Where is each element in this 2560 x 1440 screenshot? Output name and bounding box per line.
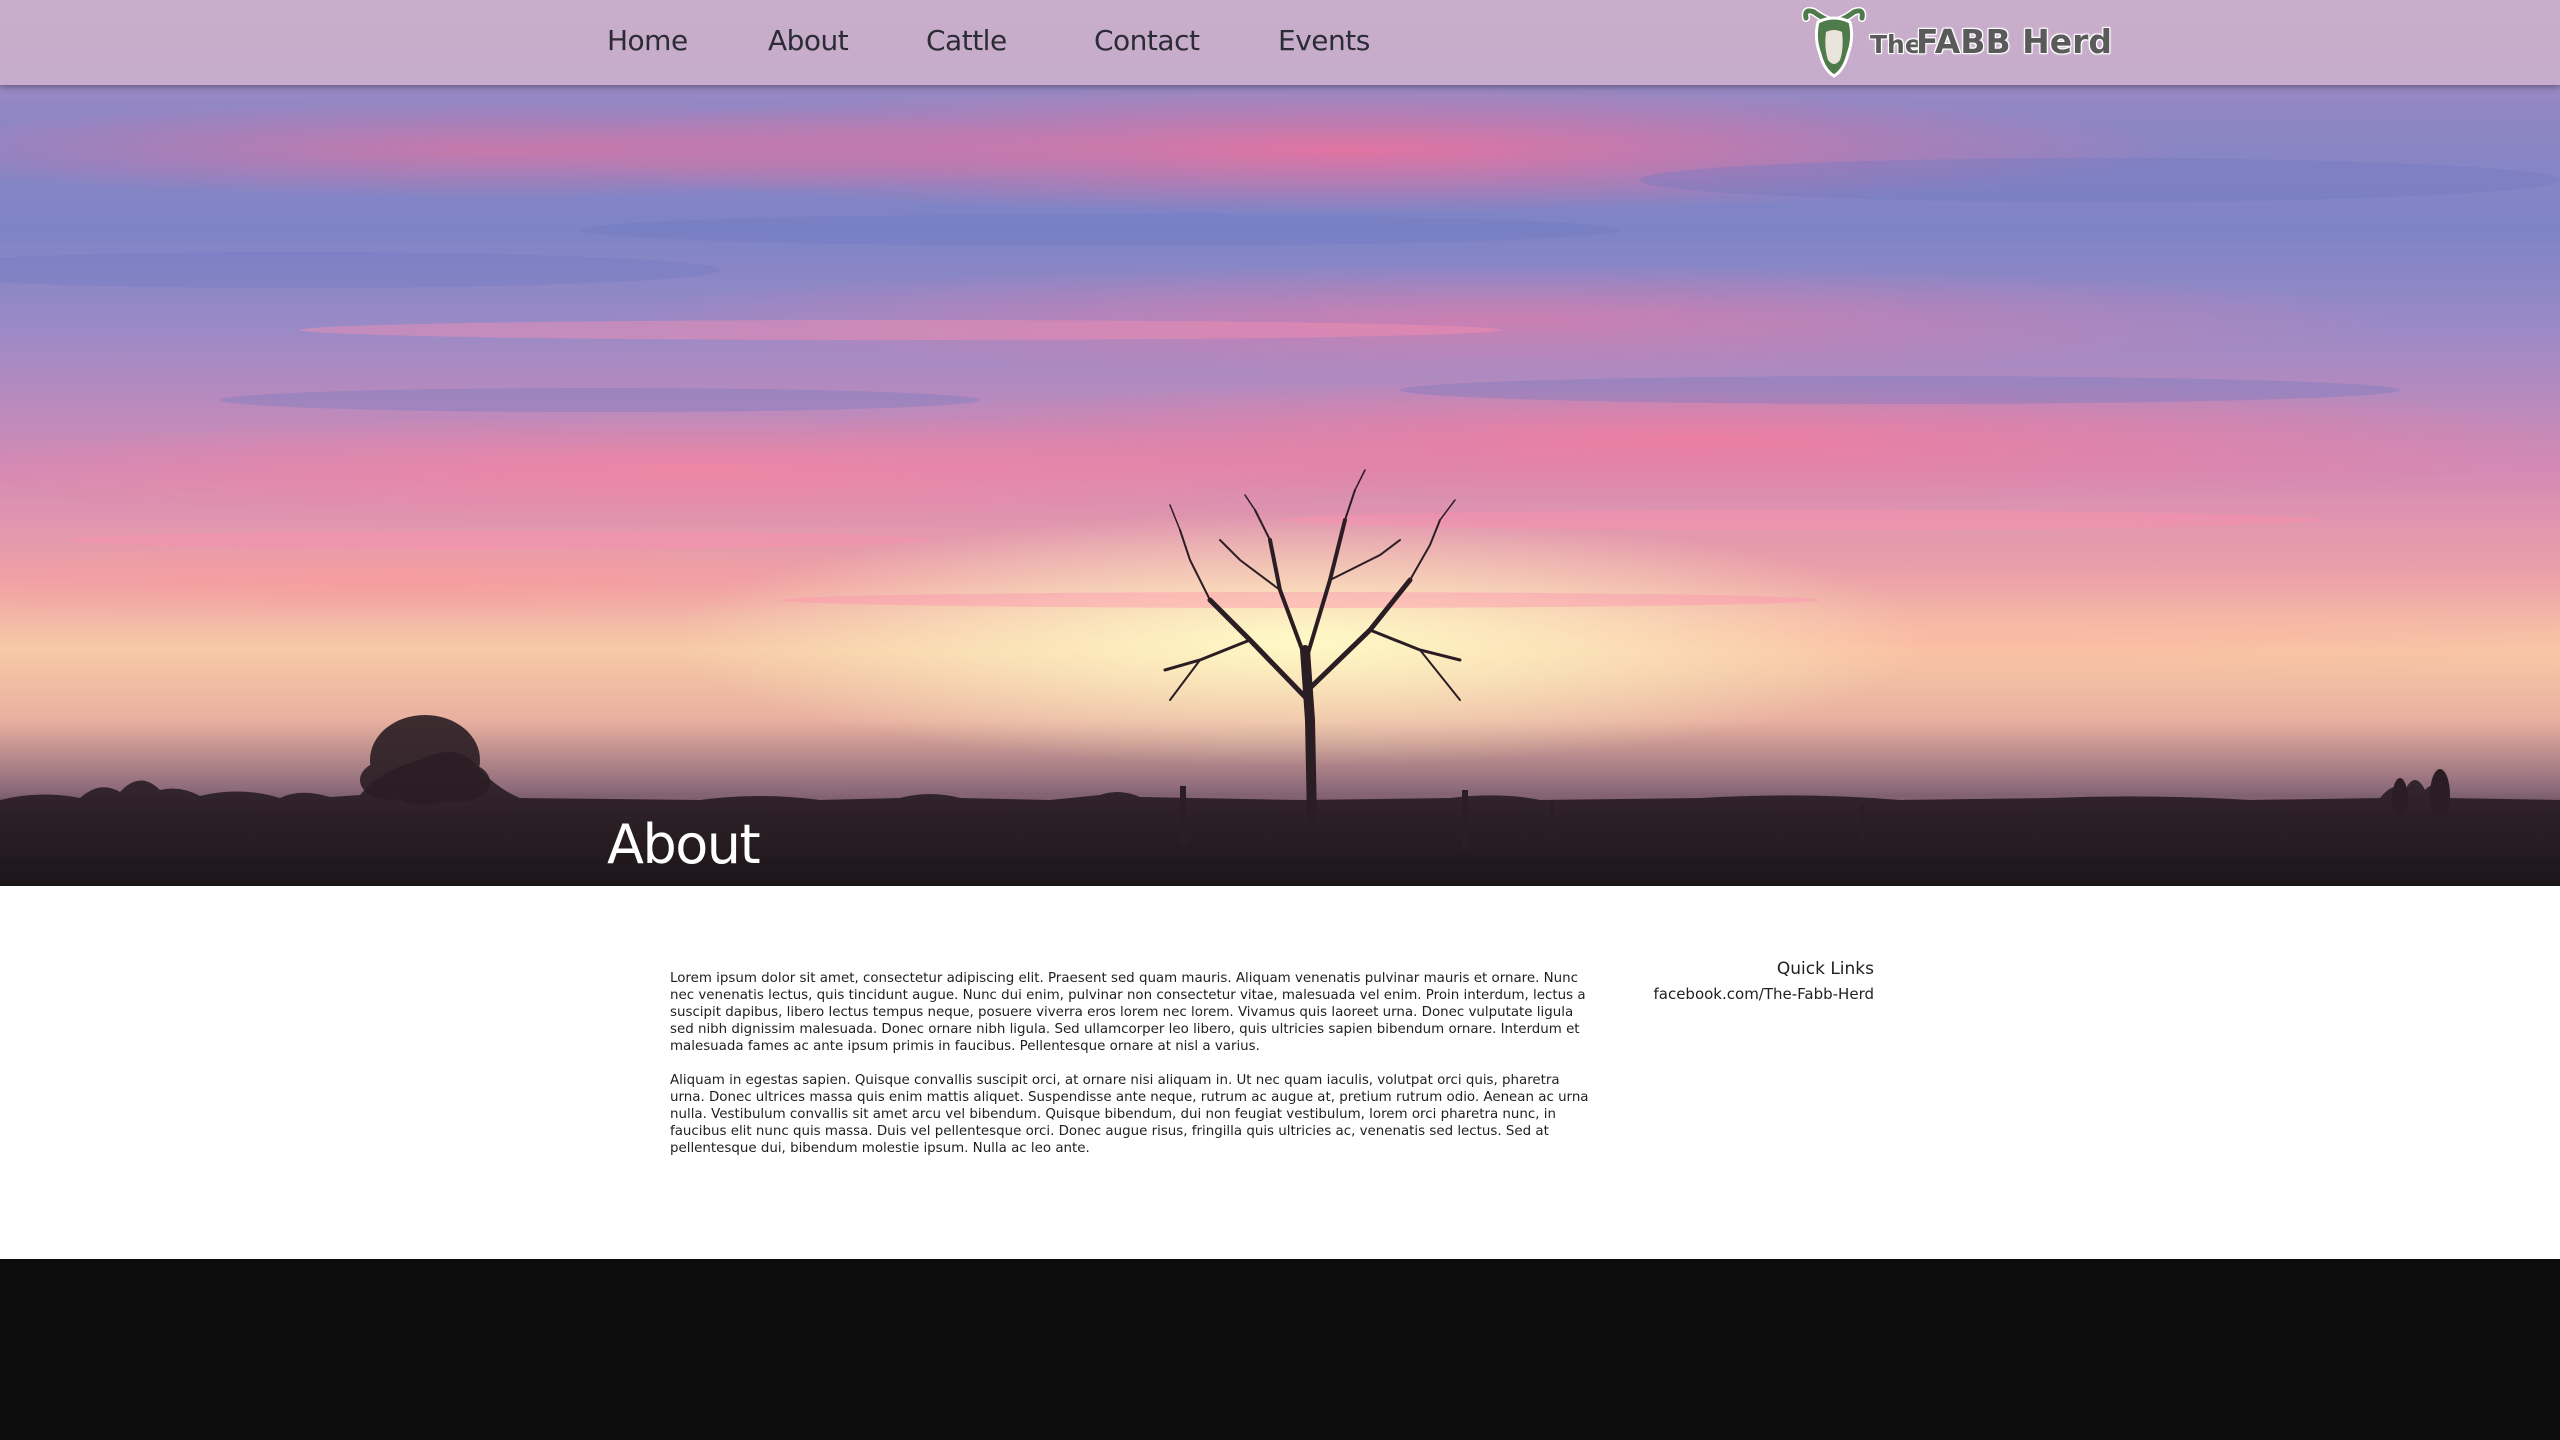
- nav-item-events[interactable]: Events: [1278, 24, 1370, 57]
- about-article: Lorem ipsum dolor sit amet, consectetur …: [670, 970, 1595, 1174]
- page: About Home About Cattle Contact Events T…: [0, 0, 2560, 1440]
- main-content: Lorem ipsum dolor sit amet, consectetur …: [0, 886, 2560, 1259]
- nav-item-home[interactable]: Home: [607, 24, 688, 57]
- logo-text-the: The: [1870, 30, 1922, 59]
- page-footer: [0, 1259, 2560, 1440]
- quick-links-panel: Quick Links facebook.com/The-Fabb-Herd: [1600, 956, 1874, 1006]
- quick-links-title: Quick Links: [1776, 959, 1874, 979]
- cow-head-icon: [1801, 6, 1867, 78]
- facebook-link[interactable]: facebook.com/The-Fabb-Herd: [1653, 982, 1874, 1006]
- site-logo[interactable]: The FABB Herd: [1800, 4, 2112, 82]
- logo-text-fabb-herd: FABB Herd: [1916, 22, 2112, 61]
- top-navigation-bar: Home About Cattle Contact Events The FAB…: [0, 0, 2560, 85]
- page-heading: About: [607, 813, 761, 876]
- sunset-landscape-image: [0, 158, 2560, 886]
- hero-banner: About: [0, 0, 2560, 886]
- nav-item-about[interactable]: About: [768, 24, 849, 57]
- article-paragraph: Lorem ipsum dolor sit amet, consectetur …: [670, 971, 1586, 1054]
- article-paragraph: Aliquam in egestas sapien. Quisque conva…: [670, 1073, 1589, 1156]
- nav-item-cattle[interactable]: Cattle: [926, 24, 1007, 57]
- nav-item-contact[interactable]: Contact: [1094, 24, 1200, 57]
